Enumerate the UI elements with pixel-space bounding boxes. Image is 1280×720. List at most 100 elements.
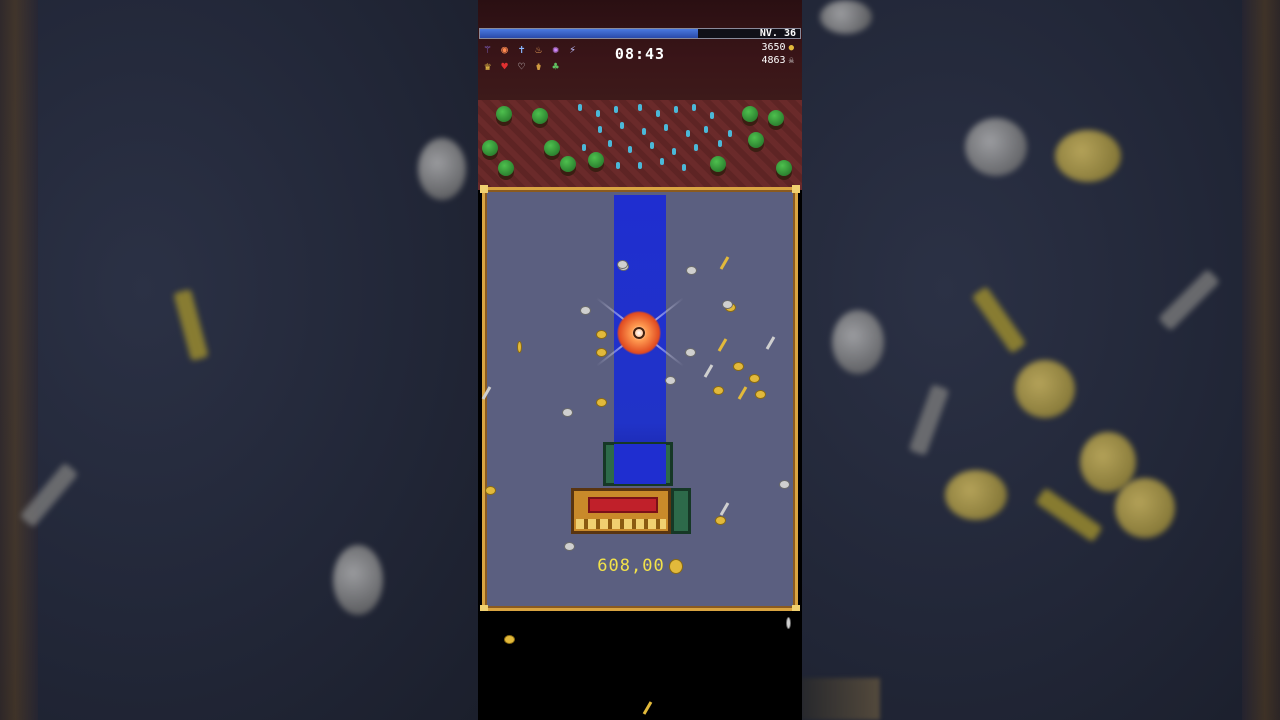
chest-gold-counter: 608,00 <box>485 556 795 576</box>
tree-sprite <box>776 160 792 176</box>
falling-coin <box>485 486 496 495</box>
treasure-chest <box>571 442 705 534</box>
xp-bar-fill <box>480 29 698 38</box>
falling-coin <box>580 306 591 315</box>
tree-sprite <box>532 108 548 124</box>
backdrop-coin <box>1115 478 1175 538</box>
falling-coin <box>596 330 607 339</box>
falling-coin <box>755 390 766 399</box>
enemy-sprite <box>596 110 600 117</box>
falling-coin-bar <box>481 386 492 400</box>
gold-value: 3650 <box>761 42 786 53</box>
enemy-sprite <box>656 110 660 117</box>
enemy-sprite <box>718 140 722 147</box>
enemy-sprite <box>598 126 602 133</box>
chest-trim <box>576 519 666 529</box>
tree-sprite <box>560 156 576 172</box>
falling-coin <box>562 408 573 417</box>
chest-body <box>571 488 671 534</box>
falling-coin <box>713 386 724 395</box>
tree-sprite <box>544 140 560 156</box>
gold-stat: 3650 ● <box>761 42 794 53</box>
falling-coin <box>715 516 726 525</box>
falling-coin <box>617 260 628 269</box>
chest-side <box>671 488 691 534</box>
enemy-sprite <box>642 128 646 135</box>
game-viewport: NV. 36 ⚚ ◉ ✝ ♨ ✺ ⚡ ♛ ♥ ♡ ⚱ ♣ 08:43 3650 ● 4863 ☠ <box>478 0 802 720</box>
falling-coin <box>517 341 522 353</box>
hud-top: NV. 36 ⚚ ◉ ✝ ♨ ✺ ⚡ ♛ ♥ ♡ ⚱ ♣ 08:43 3650 ● 4863 ☠ <box>478 0 802 100</box>
enemy-sprite <box>578 104 582 111</box>
falling-coin <box>686 266 697 275</box>
backdrop-coin <box>832 310 884 374</box>
level-label: NV. 36 <box>759 28 796 39</box>
chest-beam-glow <box>614 444 666 484</box>
falling-coin <box>786 617 791 629</box>
bottom-area <box>478 611 802 720</box>
kill-value: 4863 <box>761 55 786 66</box>
panel-corner <box>480 185 488 193</box>
falling-coin <box>722 300 733 309</box>
tree-sprite <box>498 160 514 176</box>
xp-bar <box>479 28 801 39</box>
tree-sprite <box>588 152 604 168</box>
falling-coin-bar <box>717 338 728 352</box>
falling-coin <box>596 348 607 357</box>
tree-sprite <box>768 110 784 126</box>
backdrop-coin <box>333 545 383 615</box>
falling-coin-bar <box>719 256 730 270</box>
falling-coin <box>685 348 696 357</box>
enemy-sprite <box>674 106 678 113</box>
enemy-sprite <box>694 144 698 151</box>
enemy-sprite <box>704 126 708 133</box>
survival-timer: 08:43 <box>614 45 666 63</box>
enemy-sprite <box>692 104 696 111</box>
enemy-sprite <box>650 142 654 149</box>
enemy-sprite <box>672 148 676 155</box>
chest-gold-value: 608,00 <box>597 556 665 576</box>
backdrop-frame-right <box>1242 0 1280 720</box>
falling-coin <box>564 542 575 551</box>
falling-coin <box>596 398 607 407</box>
tree-sprite <box>710 156 726 172</box>
gold-coin-icon <box>668 558 683 574</box>
falling-coin-bar <box>642 701 653 715</box>
backdrop-fragment <box>800 678 880 720</box>
backdrop-coin <box>1015 360 1075 418</box>
game-map <box>478 100 802 190</box>
enemy-sprite <box>660 158 664 165</box>
tree-sprite <box>748 132 764 148</box>
panel-corner <box>792 185 800 193</box>
chest-gems <box>588 497 658 513</box>
enemy-sprite <box>686 130 690 137</box>
enemy-sprite <box>682 164 686 171</box>
falling-coin <box>749 374 760 383</box>
revealed-item-icon <box>633 327 645 339</box>
enemy-sprite <box>728 130 732 137</box>
falling-coin <box>504 635 515 644</box>
enemy-sprite <box>628 146 632 153</box>
enemy-sprite <box>710 112 714 119</box>
tree-sprite <box>482 140 498 156</box>
falling-coin-bar <box>719 502 730 516</box>
kill-stat: 4863 ☠ <box>761 55 794 66</box>
falling-coin-bar <box>765 336 776 350</box>
backdrop-coin <box>820 0 872 34</box>
falling-coin <box>779 480 790 489</box>
backdrop-frame-left <box>0 0 38 720</box>
tree-sprite <box>496 106 512 122</box>
falling-coin <box>733 362 744 371</box>
backdrop-coin <box>965 118 1027 176</box>
backdrop-coin <box>945 470 1007 520</box>
enemy-sprite <box>638 162 642 169</box>
tree-sprite <box>742 106 758 122</box>
enemy-sprite <box>620 122 624 129</box>
enemy-sprite <box>614 106 618 113</box>
falling-coin-bar <box>703 364 714 378</box>
enemy-sprite <box>608 140 612 147</box>
falling-coin <box>665 376 676 385</box>
skull-icon: ☠ <box>788 55 794 66</box>
backdrop-coin <box>1055 130 1121 182</box>
enemy-sprite <box>616 162 620 169</box>
enemy-sprite <box>638 104 642 111</box>
